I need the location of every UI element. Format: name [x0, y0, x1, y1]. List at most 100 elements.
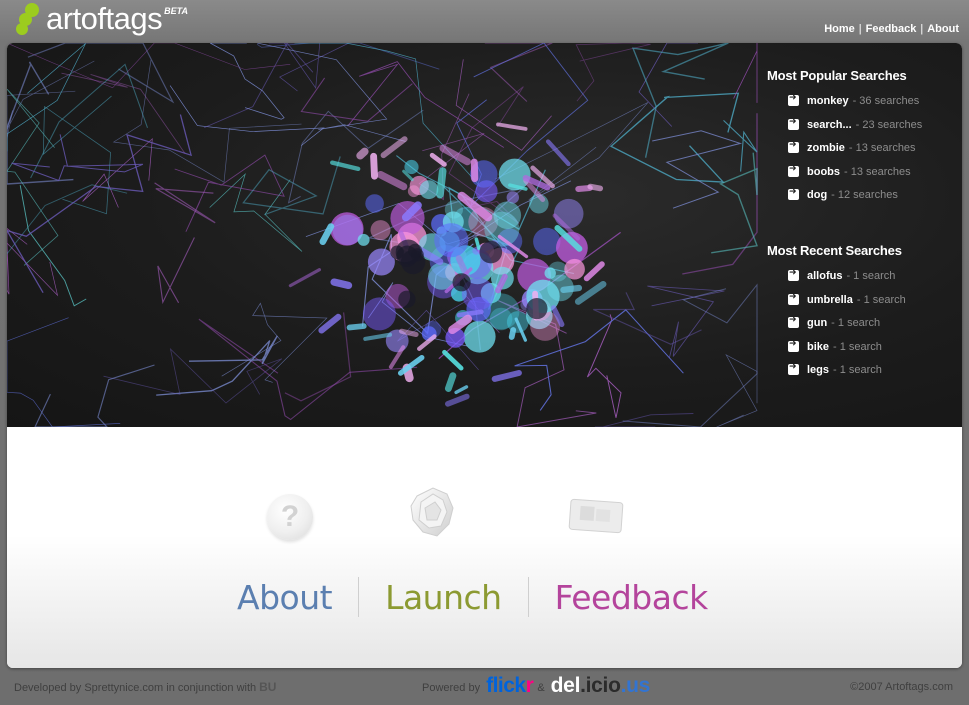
- viz-thin-line: [593, 292, 702, 345]
- recent-search-item[interactable]: legs - 1 search: [788, 362, 957, 388]
- viz-shadow: [398, 290, 416, 308]
- popular-search-item[interactable]: boobs - 13 searches: [788, 164, 957, 190]
- viz-thin-line: [682, 113, 758, 275]
- nav-feedback-link[interactable]: Feedback: [866, 23, 917, 35]
- search-count: - 1 search: [833, 364, 882, 376]
- search-term[interactable]: allofus: [807, 270, 842, 282]
- viz-thick-segment: [574, 280, 607, 305]
- viz-thin-line: [7, 317, 121, 427]
- viz-thick-segment: [288, 268, 321, 288]
- viz-thin-line: [284, 312, 352, 402]
- recent-search-item[interactable]: gun - 1 search: [788, 315, 957, 341]
- copyright: ©2007 Artoftags.com: [850, 681, 953, 693]
- viz-blob: [444, 200, 463, 219]
- viz-blob: [434, 223, 469, 258]
- hero-visualization: Most Popular Searches monkey- 36 searche…: [7, 43, 962, 427]
- viz-thin-line: [154, 182, 216, 224]
- delicious-logo[interactable]: del.icio.us: [551, 674, 651, 698]
- viz-thick-segment: [444, 372, 457, 392]
- nav-about-link[interactable]: About: [927, 23, 959, 35]
- main-links: About Launch Feedback: [237, 577, 708, 617]
- viz-thin-line: [34, 364, 155, 427]
- arrow-right-icon: [788, 268, 799, 281]
- viz-thin-line: [652, 130, 743, 209]
- viz-thick-segment: [583, 261, 605, 282]
- viz-thick-segment: [330, 278, 353, 290]
- feedback-link[interactable]: Feedback: [555, 578, 709, 617]
- search-term[interactable]: gun: [807, 317, 827, 329]
- viz-thick-segment: [442, 349, 464, 371]
- top-nav: Home | Feedback | About: [824, 23, 959, 35]
- viz-thick-segment: [376, 170, 408, 191]
- viz-blob: [419, 180, 439, 200]
- search-count: - 36 searches: [852, 95, 920, 107]
- viz-blob: [463, 320, 496, 353]
- search-term[interactable]: monkey: [807, 95, 849, 107]
- viz-thick-segment: [545, 139, 571, 167]
- arrow-right-icon: [788, 292, 799, 305]
- search-term[interactable]: search...: [807, 119, 852, 131]
- search-term[interactable]: dog: [807, 189, 827, 201]
- viz-shadow: [526, 298, 548, 320]
- arrow-right-icon: [788, 164, 799, 177]
- viz-blob: [564, 258, 585, 280]
- logo-mark-icon: [16, 3, 42, 37]
- search-count: - 13 searches: [848, 142, 916, 154]
- developed-by-text[interactable]: Developed by Sprettynice.com in conjunct…: [14, 682, 256, 694]
- bu-logo[interactable]: BU: [259, 680, 276, 694]
- recent-search-item[interactable]: allofus - 1 search: [788, 268, 957, 294]
- search-count: - 1 search: [846, 270, 896, 282]
- search-count: - 1 search: [856, 293, 906, 306]
- viz-thin-line: [716, 353, 758, 427]
- search-term[interactable]: bike: [807, 341, 829, 353]
- viz-thin-line: [7, 60, 95, 139]
- popular-search-item[interactable]: dog - 12 searches: [788, 187, 957, 213]
- viz-thick-segment: [429, 152, 447, 167]
- viz-thick-segment: [491, 370, 522, 382]
- launch-icon[interactable]: [403, 482, 463, 542]
- viz-thin-line: [42, 95, 112, 215]
- search-term[interactable]: boobs: [807, 166, 840, 178]
- popular-search-item[interactable]: monkey- 36 searches: [788, 93, 957, 119]
- viz-thick-segment: [399, 328, 419, 337]
- viz-blob: [489, 307, 513, 331]
- arrow-right-icon: [788, 140, 799, 153]
- viz-thin-line: [11, 134, 144, 182]
- recent-search-item[interactable]: bike - 1 search: [788, 339, 957, 365]
- search-term[interactable]: legs: [807, 364, 829, 376]
- search-term[interactable]: zombie: [807, 142, 845, 154]
- viz-thin-line: [61, 72, 186, 155]
- recent-search-item[interactable]: umbrella- 1 search: [788, 292, 957, 318]
- powered-by: Powered by flickr & del.icio.us: [422, 674, 650, 698]
- flickr-logo[interactable]: flickr: [486, 674, 534, 698]
- beta-label: BETA: [164, 6, 188, 16]
- nav-home-link[interactable]: Home: [824, 23, 855, 35]
- popular-search-item[interactable]: zombie- 13 searches: [788, 140, 957, 166]
- search-term[interactable]: umbrella: [807, 294, 853, 306]
- viz-thin-line: [204, 43, 314, 129]
- viz-thin-line: [7, 184, 128, 255]
- viz-thin-line: [30, 63, 149, 179]
- launch-link[interactable]: Launch: [385, 578, 502, 617]
- viz-shadow: [390, 245, 404, 260]
- viz-thin-line: [455, 59, 552, 151]
- link-divider: [358, 577, 360, 617]
- viz-thick-segment: [474, 237, 481, 251]
- viz-thin-line: [7, 114, 193, 294]
- viz-blob: [370, 220, 391, 241]
- viz-thick-segment: [439, 144, 471, 166]
- viz-thick-segment: [380, 136, 408, 159]
- viz-thin-line: [157, 237, 195, 305]
- help-icon[interactable]: ?: [267, 494, 313, 540]
- about-link[interactable]: About: [237, 578, 333, 617]
- footer: Developed by Sprettynice.com in conjunct…: [0, 672, 969, 705]
- arrow-right-icon: [788, 339, 799, 352]
- popular-search-item[interactable]: search...- 23 searches: [788, 117, 957, 143]
- feedback-card-icon[interactable]: [568, 498, 625, 534]
- viz-thin-line: [647, 285, 725, 359]
- artoftags-logo[interactable]: artoftags BETA: [16, 2, 188, 38]
- viz-thick-segment: [346, 323, 367, 331]
- arrow-right-icon: [788, 362, 799, 375]
- logo-text: artoftags: [46, 1, 163, 36]
- link-divider: [527, 577, 529, 617]
